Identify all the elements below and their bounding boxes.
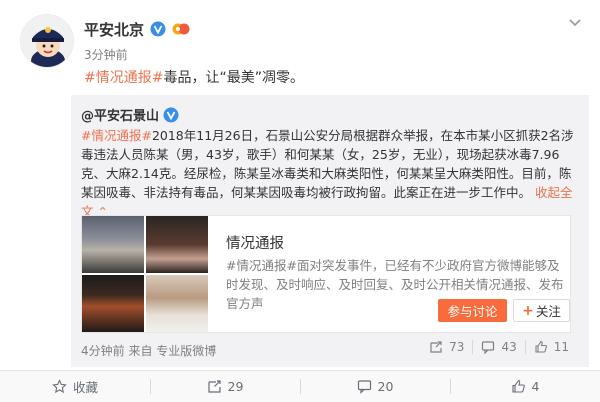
thumbs-up-icon <box>535 340 547 353</box>
police-mascot-icon <box>21 15 73 67</box>
like-button[interactable]: 4 <box>450 371 600 402</box>
comment-icon <box>482 341 495 354</box>
repost-action-count: 29 <box>227 379 244 394</box>
favorite-label: 收藏 <box>72 380 98 395</box>
thumbnail-image[interactable] <box>82 216 144 273</box>
repost-repost-count[interactable]: 73 <box>421 340 472 354</box>
repost-content: #情况通报#2018年11月26日，石景山公安分局根据群众举报，在本市某小区抓获… <box>81 126 581 221</box>
follow-label: 关注 <box>535 304 561 319</box>
post-content: #情况通报#毒品，让“最美”凋零。 <box>84 67 304 87</box>
member-badge-icon[interactable] <box>172 21 190 37</box>
like-count: 11 <box>553 340 569 354</box>
repost-button[interactable]: 29 <box>150 371 300 402</box>
repost-meta[interactable]: 4分钟前 来自 专业版微博 <box>81 342 216 359</box>
author-row: 平安北京 <box>84 18 190 40</box>
repost-stats: 73 43 11 <box>421 340 577 354</box>
topic-card-images[interactable] <box>82 216 210 334</box>
comment-icon <box>357 380 371 394</box>
verified-v-icon <box>163 107 179 122</box>
share-icon <box>430 341 442 353</box>
thumbs-up-icon <box>511 379 525 393</box>
comment-button[interactable]: 20 <box>300 371 450 402</box>
like-action-count: 4 <box>531 379 540 394</box>
repost-topic-link[interactable]: #情况通报# <box>81 128 152 143</box>
repost-author[interactable]: @平安石景山 <box>81 105 159 124</box>
action-bar: 收藏 29 20 4 <box>0 371 600 402</box>
repost-count: 73 <box>449 340 465 354</box>
post-text: 毒品，让“最美”凋零。 <box>163 70 304 86</box>
topic-card[interactable]: 情况通报 #情况通报#面对突发事件，已经有不少政府官方微博能够及时发现、及时响应… <box>81 215 571 333</box>
follow-button[interactable]: + 关注 <box>513 299 570 322</box>
author-name[interactable]: 平安北京 <box>84 19 144 40</box>
chevron-down-icon[interactable] <box>567 14 583 30</box>
weibo-feed-card: 平安北京 3分钟前 #情况通报#毒品，让“最美”凋零。 @平安石景山 #情况通报… <box>0 0 600 402</box>
join-discussion-button[interactable]: 参与讨论 <box>438 299 507 322</box>
share-icon <box>207 380 221 393</box>
thumbnail-image[interactable] <box>82 275 144 332</box>
repost-comment-count[interactable]: 43 <box>472 340 524 354</box>
topic-card-title[interactable]: 情况通报 <box>226 232 284 253</box>
repost-box: @平安石景山 #情况通报#2018年11月26日，石景山公安分局根据群众举报，在… <box>71 95 589 367</box>
plus-icon: + <box>522 302 534 319</box>
repost-like-count[interactable]: 11 <box>524 340 577 354</box>
repost-author-row: @平安石景山 <box>81 105 179 124</box>
verified-v-icon <box>150 21 166 37</box>
thumbnail-image[interactable] <box>146 275 208 332</box>
thumbnail-image[interactable] <box>146 216 208 273</box>
favorite-button[interactable]: 收藏 <box>0 371 150 402</box>
comment-count: 43 <box>501 340 517 354</box>
post-time[interactable]: 3分钟前 <box>84 46 128 63</box>
star-icon <box>52 379 67 394</box>
topic-link[interactable]: #情况通报# <box>84 70 163 86</box>
author-avatar[interactable] <box>20 14 74 68</box>
comment-action-count: 20 <box>377 379 394 394</box>
repost-text: 2018年11月26日，石景山公安分局根据群众举报，在本市某小区抓获2名涉毒违法… <box>81 128 574 200</box>
